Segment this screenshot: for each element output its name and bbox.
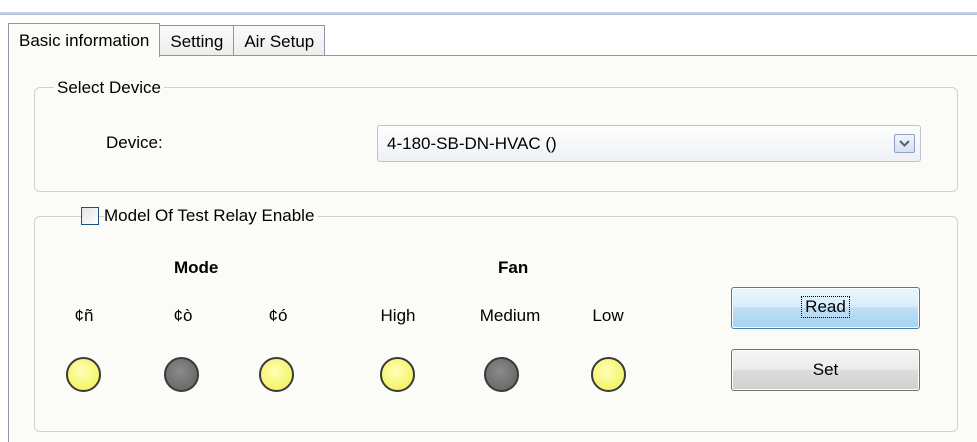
device-dropdown[interactable]: 4-180-SB-DN-HVAC () [377, 125, 921, 162]
device-label: Device: [106, 133, 163, 152]
mode-heading: Mode [174, 258, 219, 277]
tab-bar: Basic information Setting Air Setup [8, 21, 326, 57]
indicator-led-fan-high [380, 357, 415, 392]
test-relay-enable-label: Model Of Test Relay Enable [104, 206, 319, 226]
indicator-label-mode-1: ¢ñ [74, 306, 94, 325]
indicator-label-fan-low: Low [592, 306, 624, 325]
tab-air-setup[interactable]: Air Setup [233, 25, 326, 57]
test-relay-enable-checkbox[interactable] [81, 207, 99, 225]
indicator-label-mode-3: ¢ó [268, 306, 288, 325]
device-dropdown-value: 4-180-SB-DN-HVAC () [387, 134, 557, 153]
read-button[interactable]: Read [731, 287, 920, 329]
indicator-led-fan-low [591, 357, 626, 392]
window-top-edge [0, 0, 977, 16]
read-button-label: Read [801, 296, 850, 318]
indicator-label-fan-high: High [380, 306, 416, 325]
indicator-label-mode-2: ¢ò [173, 306, 193, 325]
indicator-label-fan-medium: Medium [479, 306, 541, 325]
fan-heading: Fan [498, 258, 529, 277]
set-button[interactable]: Set [731, 349, 920, 391]
select-device-group-title: Select Device [54, 78, 164, 98]
chevron-down-icon[interactable] [894, 134, 915, 153]
indicator-led-mode-1 [66, 357, 101, 392]
indicator-led-fan-medium [484, 357, 519, 392]
indicator-led-mode-2 [164, 357, 199, 392]
indicator-led-mode-3 [259, 357, 294, 392]
tab-basic-information[interactable]: Basic information [8, 23, 161, 57]
tab-setting[interactable]: Setting [159, 25, 235, 57]
